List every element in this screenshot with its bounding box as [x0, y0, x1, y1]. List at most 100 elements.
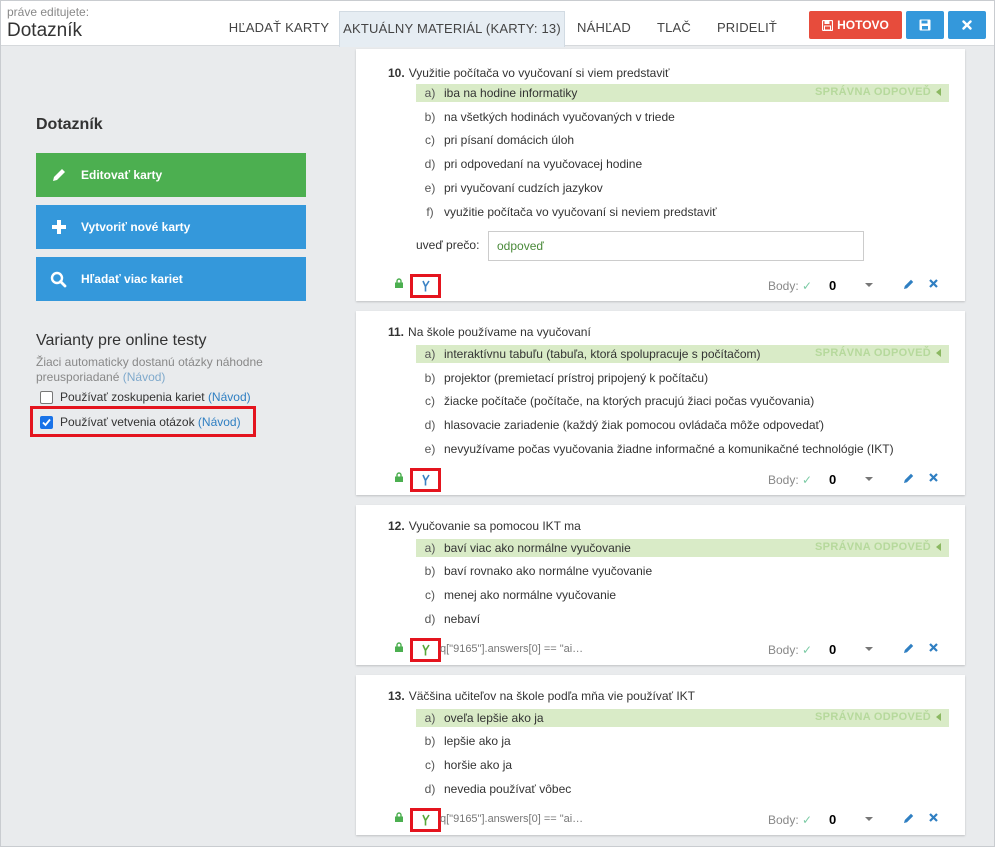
- correct-answer-label: SPRÁVNA ODPOVEĎ: [815, 711, 931, 723]
- points-value[interactable]: 0: [829, 472, 836, 487]
- answer-option[interactable]: d) hlasovacie zariadenie (každý žiak pomo…: [416, 416, 949, 434]
- answer-text: oveľa lepšie ako ja: [444, 711, 544, 725]
- answer-option[interactable]: c) menej ako normálne vyučovanie: [416, 586, 949, 604]
- card-footer: q["9165"].answers[0] == "ai… Body: ✓ 0: [356, 638, 965, 662]
- answer-option[interactable]: c) horšie ako ja: [416, 756, 949, 774]
- answer-option[interactable]: c) žiacke počítače (počítače, na ktorých …: [416, 392, 949, 410]
- edit-icon[interactable]: [903, 278, 915, 290]
- points-label: Body:: [768, 279, 799, 293]
- tab-current-material[interactable]: AKTUÁLNY MATERIÁL (KARTY: 13): [339, 11, 565, 47]
- search-more-cards-label: Hľadať viac kariet: [81, 272, 183, 286]
- answer-letter: d): [424, 782, 436, 796]
- delete-icon[interactable]: [928, 472, 939, 483]
- answer-option[interactable]: b) lepšie ako ja: [416, 732, 949, 750]
- answer-option[interactable]: a) interaktívnu tabuľu (tabuľa, ktorá spo…: [416, 345, 949, 363]
- option-card-grouping[interactable]: Používať zoskupenia kariet (Návod): [40, 390, 251, 404]
- edit-icon[interactable]: [903, 812, 915, 824]
- branching-button[interactable]: [410, 638, 441, 662]
- answer-option[interactable]: a) oveľa lepšie ako ja SPRÁVNA ODPOVEĎ: [416, 709, 949, 727]
- answer-option[interactable]: b) na všetkých hodinách vyučovaných v tri…: [416, 108, 949, 126]
- answer-option[interactable]: e) pri vyučovaní cudzích jazykov: [416, 179, 949, 197]
- answer-option[interactable]: c) pri písaní domácich úloh: [416, 131, 949, 149]
- answer-text: nevedia používať vôbec: [444, 782, 572, 796]
- question-header: 12. Vyučovanie sa pomocou IKT ma: [388, 519, 581, 533]
- create-cards-button[interactable]: Vytvoriť nové karty: [36, 205, 306, 249]
- why-answer-input[interactable]: odpoveď: [488, 231, 864, 261]
- branching-button[interactable]: [410, 274, 441, 298]
- lock-icon[interactable]: [394, 642, 404, 652]
- answer-option[interactable]: a) baví viac ako normálne vyučovanie SPRÁV…: [416, 539, 949, 557]
- question-header: 11. Na škole používame na vyučovaní: [388, 325, 591, 339]
- caret-left-icon: [936, 349, 941, 358]
- answer-option[interactable]: e) nevyužívame počas vyučovania žiadne in…: [416, 440, 949, 458]
- answer-text: nebaví: [444, 612, 481, 626]
- answer-option[interactable]: a) iba na hodine informatiky SPRÁVNA ODPOV…: [416, 84, 949, 102]
- branching-button[interactable]: [410, 808, 441, 832]
- branching-button[interactable]: [410, 468, 441, 492]
- lock-icon[interactable]: [394, 278, 404, 288]
- points-value[interactable]: 0: [829, 278, 836, 293]
- chevron-down-icon[interactable]: [865, 477, 873, 481]
- answer-option[interactable]: d) pri odpovedaní na vyučovacej hodine: [416, 155, 949, 173]
- question-header: 13. Väčšina učiteľov na škole podľa mňa v…: [388, 689, 695, 703]
- search-more-cards-button[interactable]: Hľadať viac kariet: [36, 257, 306, 301]
- answer-option[interactable]: d) nevedia používať vôbec: [416, 780, 949, 798]
- delete-icon[interactable]: [928, 278, 939, 289]
- card-grouping-checkbox[interactable]: [40, 390, 53, 404]
- card-grouping-label: Používať zoskupenia kariet: [60, 390, 205, 404]
- tab-preview[interactable]: NÁHĽAD: [567, 11, 641, 47]
- answer-letter: b): [424, 734, 436, 748]
- save-disk-icon: [822, 19, 834, 31]
- answer-letter: c): [425, 758, 435, 772]
- delete-icon[interactable]: [928, 812, 939, 823]
- correct-answer-label: SPRÁVNA ODPOVEĎ: [815, 541, 931, 553]
- points-value[interactable]: 0: [829, 642, 836, 657]
- edit-icon[interactable]: [903, 642, 915, 654]
- done-button[interactable]: HOTOVO: [809, 11, 902, 39]
- branch-icon: [421, 474, 430, 486]
- correct-answer-tag: SPRÁVNA ODPOVEĎ: [815, 541, 941, 553]
- tab-search-cards[interactable]: HĽADAŤ KARTY: [221, 11, 337, 47]
- variants-guide-link[interactable]: (Návod): [123, 370, 166, 384]
- card-footer: q["9165"].answers[0] == "ai… Body: ✓ 0: [356, 808, 965, 832]
- delete-icon[interactable]: [928, 642, 939, 653]
- answer-letter: d): [424, 157, 436, 171]
- lock-icon[interactable]: [394, 472, 404, 482]
- answer-option[interactable]: b) projektor (premietací prístroj pripoje…: [416, 369, 949, 387]
- question-card-10: 10. Využitie počítača vo vyučovaní si vie…: [356, 49, 965, 301]
- editing-label: práve editujete:: [7, 5, 90, 19]
- why-label: uveď prečo:: [416, 238, 480, 252]
- edit-cards-button[interactable]: Editovať karty: [36, 153, 306, 197]
- points-value[interactable]: 0: [829, 812, 836, 827]
- close-button[interactable]: [948, 11, 986, 39]
- variants-title: Varianty pre online testy: [36, 332, 207, 349]
- points-label: Body:: [768, 813, 799, 827]
- check-icon: ✓: [802, 643, 813, 657]
- branch-icon: [421, 814, 430, 826]
- answer-option[interactable]: d) nebaví: [416, 610, 949, 628]
- save-button[interactable]: [906, 11, 944, 39]
- branch-condition[interactable]: q["9165"].answers[0] == "ai…: [440, 813, 583, 825]
- branch-icon: [421, 280, 430, 292]
- question-text: Vyučovanie sa pomocou IKT ma: [408, 519, 581, 533]
- lock-icon[interactable]: [394, 812, 404, 822]
- edit-icon[interactable]: [903, 472, 915, 484]
- question-text: Využitie počítača vo vyučovaní si viem p…: [408, 66, 670, 80]
- answer-text: žiacke počítače (počítače, na ktorých pr…: [444, 394, 815, 408]
- chevron-down-icon[interactable]: [865, 647, 873, 651]
- answer-letter: d): [424, 612, 436, 626]
- chevron-down-icon[interactable]: [865, 817, 873, 821]
- branch-condition[interactable]: q["9165"].answers[0] == "ai…: [440, 643, 583, 655]
- answer-option[interactable]: f) využitie počítača vo vyučovaní si nevi…: [416, 203, 949, 221]
- card-footer: Body: ✓ 0: [356, 274, 965, 298]
- highlight-box: [30, 406, 256, 437]
- answer-letter: b): [424, 371, 436, 385]
- answer-option[interactable]: b) baví rovnako ako normálne vyučovanie: [416, 562, 949, 580]
- question-number: 12.: [388, 519, 405, 533]
- card-grouping-guide-link[interactable]: (Návod): [208, 390, 251, 404]
- chevron-down-icon[interactable]: [865, 283, 873, 287]
- tab-assign[interactable]: PRIDELIŤ: [707, 11, 787, 47]
- edit-cards-label: Editovať karty: [81, 168, 163, 182]
- tab-print[interactable]: TLAČ: [643, 11, 705, 47]
- answer-letter: c): [425, 588, 435, 602]
